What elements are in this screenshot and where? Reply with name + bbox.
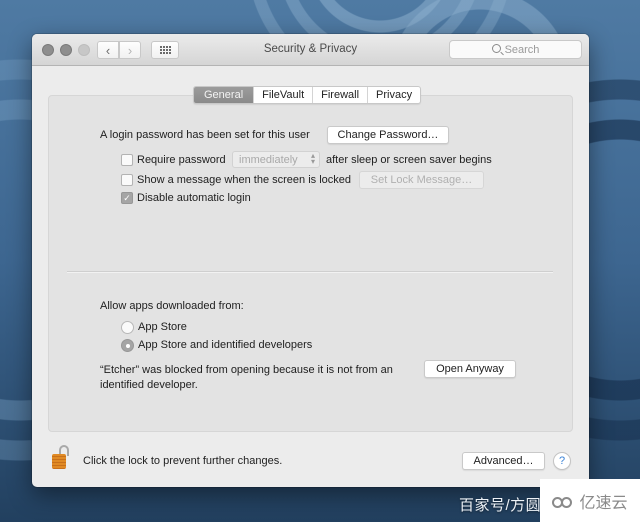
tab-privacy[interactable]: Privacy <box>367 87 420 103</box>
lock-status-text: Click the lock to prevent further change… <box>83 455 283 467</box>
open-anyway-button[interactable]: Open Anyway <box>424 360 516 378</box>
security-privacy-window: ‹ › Security & Privacy Search General Fi… <box>32 34 589 487</box>
require-password-delay-select[interactable]: immediately ▴ ▾ <box>232 151 320 168</box>
search-icon <box>491 44 501 53</box>
tab-firewall[interactable]: Firewall <box>312 87 367 103</box>
login-password-label: A login password has been set for this u… <box>100 129 310 141</box>
radio-app-store-identified[interactable] <box>121 339 134 352</box>
radio-app-store-identified-label: App Store and identified developers <box>138 339 313 351</box>
radio-app-store-label: App Store <box>138 321 187 333</box>
change-password-button[interactable]: Change Password… <box>327 126 449 144</box>
section-divider <box>67 271 553 272</box>
tab-general[interactable]: General <box>194 87 254 103</box>
require-password-checkbox[interactable] <box>121 154 133 166</box>
search-placeholder: Search <box>504 43 540 56</box>
allow-apps-label: Allow apps downloaded from: <box>100 300 244 312</box>
cloud-logo-icon <box>552 493 576 509</box>
require-password-label: Require password <box>137 154 226 166</box>
disable-auto-login-checkbox[interactable]: ✓ <box>121 192 133 204</box>
set-lock-message-button[interactable]: Set Lock Message… <box>359 171 484 189</box>
require-password-suffix: after sleep or screen saver begins <box>326 154 492 166</box>
lock-icon[interactable] <box>51 445 73 471</box>
checkmark-icon: ✓ <box>123 192 131 203</box>
title-bar: ‹ › Security & Privacy Search <box>32 34 589 66</box>
show-message-checkbox[interactable] <box>121 174 133 186</box>
watermark-text-right: 亿速云 <box>579 494 628 512</box>
radio-app-store[interactable] <box>121 321 134 334</box>
tab-bar: General FileVault Firewall Privacy <box>193 86 422 104</box>
tab-filevault[interactable]: FileVault <box>253 87 312 103</box>
help-button[interactable]: ? <box>553 452 571 470</box>
search-field[interactable]: Search <box>449 40 582 59</box>
blocked-message-line1: “Etcher” was blocked from opening becaus… <box>100 364 393 376</box>
blocked-message-line2: identified developer. <box>100 379 198 391</box>
watermark-text-left: 百家号/方圆 <box>459 497 542 514</box>
question-mark-icon: ? <box>558 455 566 467</box>
advanced-button[interactable]: Advanced… <box>462 452 545 470</box>
select-value: immediately <box>239 153 298 166</box>
disable-auto-login-label: Disable automatic login <box>137 192 251 204</box>
watermark-badge: 亿速云 <box>540 479 640 522</box>
updown-arrows-icon: ▴ ▾ <box>310 151 315 166</box>
show-message-label: Show a message when the screen is locked <box>137 174 352 186</box>
